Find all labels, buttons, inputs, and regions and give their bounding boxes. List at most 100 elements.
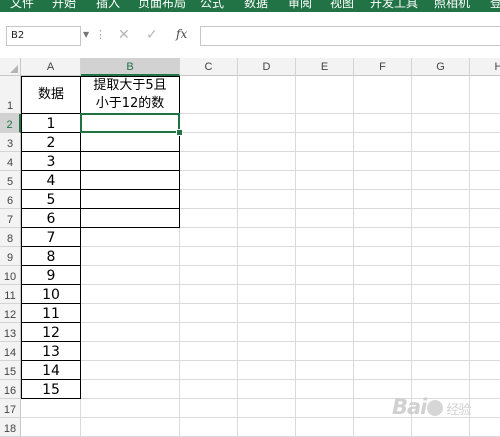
cell-a11[interactable]: 10 [21, 285, 81, 304]
ribbon-tab[interactable]: 文件 [10, 0, 34, 10]
chevron-down-icon[interactable]: ▼ [83, 30, 89, 39]
insert-function-button[interactable]: fx [176, 27, 187, 41]
cell-e15[interactable] [296, 361, 354, 380]
row-header-1[interactable]: 1 [0, 76, 21, 114]
cell-d12[interactable] [238, 304, 296, 323]
cell-e2[interactable] [296, 114, 354, 133]
column-header-e[interactable]: E [296, 58, 354, 76]
cell-c17[interactable] [180, 399, 238, 418]
cell-h1[interactable] [470, 76, 500, 114]
cell-f1[interactable] [354, 76, 412, 114]
ribbon-tab[interactable]: 开发工具 [370, 0, 418, 10]
row-header-4[interactable]: 4 [0, 152, 21, 171]
cell-f12[interactable] [354, 304, 412, 323]
cell-c12[interactable] [180, 304, 238, 323]
cell-f10[interactable] [354, 266, 412, 285]
confirm-icon[interactable]: ✓ [146, 26, 158, 44]
cell-b13[interactable] [81, 323, 180, 342]
cell-h3[interactable] [470, 133, 500, 152]
row-header-2[interactable]: 2 [0, 114, 21, 133]
cell-c4[interactable] [180, 152, 238, 171]
cell-g10[interactable] [412, 266, 470, 285]
name-box[interactable]: B2 [6, 26, 81, 46]
cell-e10[interactable] [296, 266, 354, 285]
cell-f6[interactable] [354, 190, 412, 209]
cell-b14[interactable] [81, 342, 180, 361]
cell-b5[interactable] [81, 171, 180, 190]
cell-c13[interactable] [180, 323, 238, 342]
cell-a2[interactable]: 1 [21, 114, 81, 133]
cell-d2[interactable] [238, 114, 296, 133]
column-header-c[interactable]: C [180, 58, 238, 76]
cell-a15[interactable]: 14 [21, 361, 81, 380]
ribbon-tab[interactable]: 登录 [490, 0, 500, 10]
cell-g11[interactable] [412, 285, 470, 304]
cell-d18[interactable] [238, 418, 296, 437]
cancel-icon[interactable]: ✕ [118, 26, 130, 44]
cell-d8[interactable] [238, 228, 296, 247]
cell-f9[interactable] [354, 247, 412, 266]
cell-b7[interactable] [81, 209, 180, 228]
cell-d7[interactable] [238, 209, 296, 228]
cell-f11[interactable] [354, 285, 412, 304]
cell-b15[interactable] [81, 361, 180, 380]
cell-a6[interactable]: 5 [21, 190, 81, 209]
cell-c11[interactable] [180, 285, 238, 304]
worksheet-grid[interactable]: A B C D E F G H 1 2 3 4 5 6 7 8 9 10 11 12 13 14 15 16 17 18 数据 提取大… [0, 58, 500, 437]
ribbon-tab[interactable]: 照相机 [434, 0, 470, 10]
column-header-h[interactable]: H [470, 58, 500, 76]
cell-g1[interactable] [412, 76, 470, 114]
cell-g12[interactable] [412, 304, 470, 323]
cell-b3[interactable] [81, 133, 180, 152]
cell-g9[interactable] [412, 247, 470, 266]
cell-c3[interactable] [180, 133, 238, 152]
column-header-f[interactable]: F [354, 58, 412, 76]
cell-a18[interactable] [21, 418, 81, 437]
ribbon-tab[interactable]: 公式 [200, 0, 224, 10]
cell-b17[interactable] [81, 399, 180, 418]
row-header-16[interactable]: 16 [0, 380, 21, 399]
cell-g7[interactable] [412, 209, 470, 228]
cell-c18[interactable] [180, 418, 238, 437]
cell-f2[interactable] [354, 114, 412, 133]
cell-h6[interactable] [470, 190, 500, 209]
cell-a8[interactable]: 7 [21, 228, 81, 247]
row-header-9[interactable]: 9 [0, 247, 21, 266]
ribbon-tab[interactable]: 数据 [244, 0, 268, 10]
cell-d13[interactable] [238, 323, 296, 342]
column-header-g[interactable]: G [412, 58, 470, 76]
cell-h16[interactable] [470, 380, 500, 399]
cell-c15[interactable] [180, 361, 238, 380]
ribbon-tab[interactable]: 插入 [96, 0, 120, 10]
cell-h5[interactable] [470, 171, 500, 190]
cell-e11[interactable] [296, 285, 354, 304]
cell-g3[interactable] [412, 133, 470, 152]
cell-a7[interactable]: 6 [21, 209, 81, 228]
cell-a14[interactable]: 13 [21, 342, 81, 361]
cell-a5[interactable]: 4 [21, 171, 81, 190]
cell-e7[interactable] [296, 209, 354, 228]
cell-f5[interactable] [354, 171, 412, 190]
row-header-11[interactable]: 11 [0, 285, 21, 304]
cell-e14[interactable] [296, 342, 354, 361]
cell-f3[interactable] [354, 133, 412, 152]
cell-e4[interactable] [296, 152, 354, 171]
column-header-a[interactable]: A [21, 58, 81, 76]
column-header-b[interactable]: B [81, 58, 180, 76]
cell-h10[interactable] [470, 266, 500, 285]
cell-e5[interactable] [296, 171, 354, 190]
cell-h4[interactable] [470, 152, 500, 171]
cell-b11[interactable] [81, 285, 180, 304]
cell-g2[interactable] [412, 114, 470, 133]
cell-e3[interactable] [296, 133, 354, 152]
row-header-13[interactable]: 13 [0, 323, 21, 342]
cell-b18[interactable] [81, 418, 180, 437]
row-header-5[interactable]: 5 [0, 171, 21, 190]
cell-e9[interactable] [296, 247, 354, 266]
cell-h8[interactable] [470, 228, 500, 247]
drag-handle-icon[interactable]: ⋮ [95, 28, 106, 41]
cell-b16[interactable] [81, 380, 180, 399]
cell-g18[interactable] [412, 418, 470, 437]
cell-h18[interactable] [470, 418, 500, 437]
cell-c14[interactable] [180, 342, 238, 361]
